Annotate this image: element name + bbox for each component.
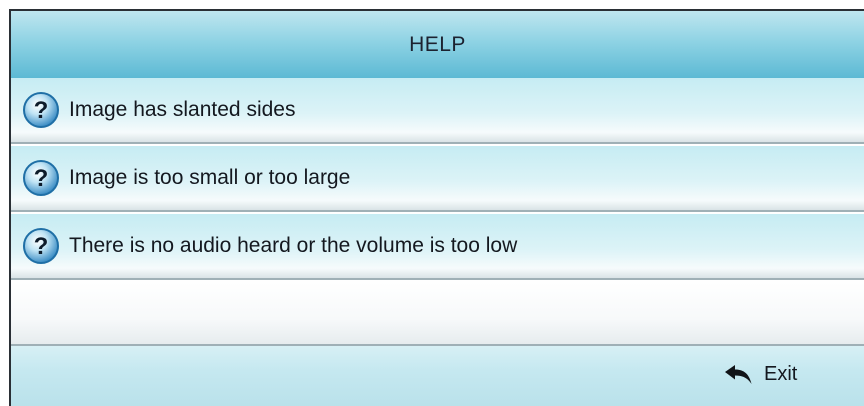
- help-item-label: There is no audio heard or the volume is…: [69, 234, 518, 257]
- return-arrow-icon: [725, 364, 752, 384]
- exit-label: Exit: [764, 363, 798, 385]
- help-item-no-audio[interactable]: ? There is no audio heard or the volume …: [11, 214, 864, 280]
- help-item-label: Image has slanted sides: [69, 98, 296, 121]
- exit-button[interactable]: Exit: [724, 363, 797, 386]
- svg-text:?: ?: [34, 233, 49, 260]
- help-item-label: Image is too small or too large: [69, 166, 351, 189]
- help-item-image-size[interactable]: ? Image is too small or too large: [11, 146, 864, 212]
- question-icon: ?: [23, 160, 59, 196]
- help-item-slanted-sides[interactable]: ? Image has slanted sides: [11, 78, 864, 144]
- svg-text:?: ?: [34, 165, 49, 192]
- menu-footer: Exit: [11, 346, 864, 406]
- help-menu: HELP ? Image has slanted sides ? Image i…: [9, 9, 864, 406]
- question-icon: ?: [23, 228, 59, 264]
- question-icon: ?: [23, 92, 59, 128]
- empty-menu-row: [11, 282, 864, 346]
- menu-header: HELP: [11, 11, 864, 79]
- page-title: HELP: [409, 32, 466, 56]
- svg-text:?: ?: [34, 97, 49, 124]
